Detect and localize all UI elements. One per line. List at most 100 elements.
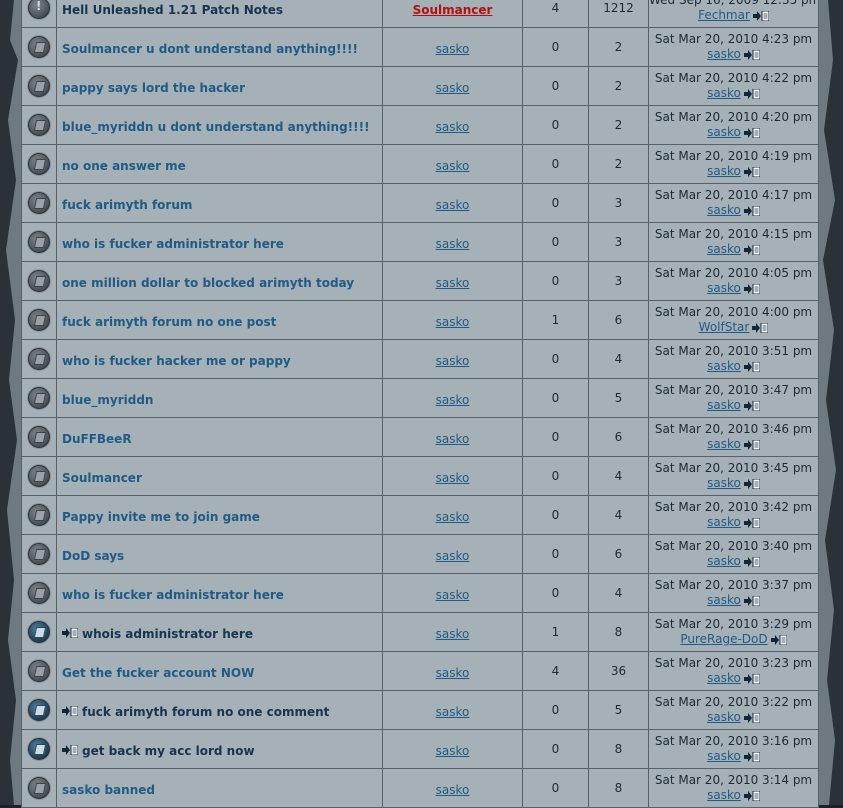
topic-title-link[interactable]: get back my acc lord now (82, 744, 255, 758)
last-post-user-link[interactable]: sasko (707, 710, 741, 724)
last-post-user-link[interactable]: sasko (707, 476, 741, 490)
topic-title-link[interactable]: pappy says lord the hacker (62, 81, 245, 95)
topic-title-link[interactable]: fuck arimyth forum no one comment (82, 705, 329, 719)
view-latest-post-icon[interactable] (743, 790, 760, 801)
topic-title-cell: Pappy invite me to join game (56, 495, 383, 535)
topic-author-link[interactable]: sasko (436, 432, 470, 446)
topic-author-link[interactable]: sasko (436, 549, 470, 563)
last-post-user-link[interactable]: sasko (707, 398, 741, 412)
last-post-user-link[interactable]: sasko (707, 788, 741, 802)
view-latest-post-icon[interactable] (743, 244, 760, 255)
topic-author-link[interactable]: sasko (436, 237, 470, 251)
topic-author-link[interactable]: sasko (436, 42, 470, 56)
view-latest-post-icon[interactable] (743, 400, 760, 411)
topic-author-link[interactable]: sasko (436, 198, 470, 212)
view-latest-post-icon[interactable] (743, 478, 760, 489)
topic-title-cell: pappy says lord the hacker (56, 66, 383, 106)
last-post-user-link[interactable]: sasko (707, 281, 741, 295)
last-post-user-link[interactable]: sasko (707, 554, 741, 568)
topic-title-link[interactable]: sasko banned (62, 783, 155, 797)
topic-title-link[interactable]: blue_myriddn u dont understand anything!… (62, 120, 370, 134)
view-latest-post-icon[interactable] (743, 205, 760, 216)
last-post-user-link[interactable]: sasko (707, 749, 741, 763)
topic-author-link[interactable]: sasko (436, 471, 470, 485)
topic-title-link[interactable]: whois administrator here (82, 627, 253, 641)
topic-author-link[interactable]: sasko (436, 393, 470, 407)
last-post-user-link[interactable]: sasko (707, 437, 741, 451)
topic-row: who is fucker hacker me or pappy sasko 0… (21, 339, 819, 379)
topic-title-link[interactable]: Soulmancer u dont understand anything!!!… (62, 42, 358, 56)
view-latest-post-icon[interactable] (743, 712, 760, 723)
last-post-user-link[interactable]: sasko (707, 203, 741, 217)
last-post-user-link[interactable]: sasko (707, 593, 741, 607)
topic-title-link[interactable]: who is fucker administrator here (62, 588, 284, 602)
topic-title-cell: get back my acc lord now (56, 729, 383, 769)
topic-row: sasko banned sasko 0 8 Sat Mar 20, 2010 … (21, 768, 819, 808)
view-latest-post-icon[interactable] (743, 283, 760, 294)
topic-title-link[interactable]: fuck arimyth forum no one post (62, 315, 276, 329)
topic-title-link[interactable]: Hell Unleashed 1.21 Patch Notes (62, 3, 283, 17)
view-latest-post-icon[interactable] (743, 751, 760, 762)
last-post-user-link[interactable]: sasko (707, 242, 741, 256)
topic-row: pappy says lord the hacker sasko 0 2 Sat… (21, 66, 819, 106)
topic-author-link[interactable]: sasko (436, 783, 470, 797)
new-post-icon[interactable] (62, 745, 78, 755)
topic-author-link[interactable]: sasko (436, 588, 470, 602)
view-latest-post-icon[interactable] (743, 595, 760, 606)
last-post-user-link[interactable]: sasko (707, 359, 741, 373)
topic-author-link[interactable]: sasko (436, 705, 470, 719)
topic-author-link[interactable]: sasko (436, 159, 470, 173)
topic-author-link[interactable]: sasko (436, 81, 470, 95)
topic-author-link[interactable]: sasko (436, 276, 470, 290)
topic-author-link[interactable]: sasko (436, 666, 470, 680)
topic-title-link[interactable]: Pappy invite me to join game (62, 510, 260, 524)
topic-title-link[interactable]: DoD says (62, 549, 124, 563)
topic-title-link[interactable]: DuFFBeeR (62, 432, 132, 446)
topic-author-link[interactable]: sasko (436, 315, 470, 329)
last-post-user-link[interactable]: sasko (707, 671, 741, 685)
view-latest-post-icon[interactable] (743, 166, 760, 177)
topic-author-link[interactable]: sasko (436, 354, 470, 368)
view-latest-post-icon[interactable] (743, 517, 760, 528)
topic-title-link[interactable]: who is fucker administrator here (62, 237, 284, 251)
topic-author-link[interactable]: Soulmancer (413, 3, 493, 17)
topic-title-link[interactable]: Get the fucker account NOW (62, 666, 254, 680)
last-post-user-link[interactable]: WolfStar (699, 320, 750, 334)
view-latest-post-icon[interactable] (770, 634, 787, 645)
topic-author-link[interactable]: sasko (436, 744, 470, 758)
last-post-user-link[interactable]: sasko (707, 125, 741, 139)
topic-title-link[interactable]: no one answer me (62, 159, 186, 173)
topic-status-cell (21, 339, 57, 379)
topic-last-post-cell: Sat Mar 20, 2010 3:14 pm sasko (648, 768, 819, 808)
topic-title-link[interactable]: one million dollar to blocked arimyth to… (62, 276, 354, 290)
topic-author-link[interactable]: sasko (436, 120, 470, 134)
view-latest-post-icon[interactable] (743, 361, 760, 372)
view-latest-post-icon[interactable] (743, 49, 760, 60)
topic-author-link[interactable]: sasko (436, 627, 470, 641)
view-latest-post-icon[interactable] (743, 88, 760, 99)
last-post-user-link[interactable]: sasko (707, 515, 741, 529)
topic-title-link[interactable]: Soulmancer (62, 471, 142, 485)
topic-views: 3 (588, 261, 649, 301)
last-post-user-link[interactable]: PureRage-DoD (680, 632, 767, 646)
topic-title-link[interactable]: blue_myriddn (62, 393, 153, 407)
last-post-date: Sat Mar 20, 2010 4:23 pm (654, 32, 813, 46)
last-post-user-link[interactable]: sasko (707, 86, 741, 100)
last-post-user-link[interactable]: Fechmar (698, 8, 750, 22)
topic-author-cell: sasko (382, 300, 523, 340)
view-latest-post-icon[interactable] (752, 322, 769, 333)
view-latest-post-icon[interactable] (743, 673, 760, 684)
topic-title-link[interactable]: fuck arimyth forum (62, 198, 192, 212)
view-latest-post-icon[interactable] (743, 556, 760, 567)
last-post-user-link[interactable]: sasko (707, 47, 741, 61)
topic-title-cell: no one answer me (56, 144, 383, 184)
new-post-icon[interactable] (62, 706, 78, 716)
last-post-user-link[interactable]: sasko (707, 164, 741, 178)
view-latest-post-icon[interactable] (752, 10, 769, 21)
topic-read-icon (28, 504, 50, 526)
view-latest-post-icon[interactable] (743, 127, 760, 138)
topic-author-link[interactable]: sasko (436, 510, 470, 524)
topic-title-link[interactable]: who is fucker hacker me or pappy (62, 354, 291, 368)
view-latest-post-icon[interactable] (743, 439, 760, 450)
new-post-icon[interactable] (62, 628, 78, 638)
